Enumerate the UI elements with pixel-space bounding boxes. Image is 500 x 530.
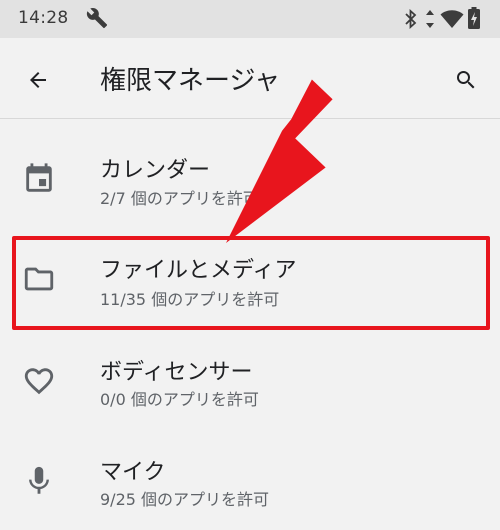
permission-item-microphone[interactable]: マイク 9/25 個のアプリを許可 xyxy=(0,434,500,530)
calendar-icon xyxy=(22,162,56,196)
permission-item-calendar[interactable]: カレンダー 2/7 個のアプリを許可 xyxy=(0,132,500,228)
battery-charging-icon xyxy=(468,7,480,33)
permission-summary: 0/0 個のアプリを許可 xyxy=(100,390,259,409)
permission-summary: 9/25 個のアプリを許可 xyxy=(100,490,270,509)
data-arrows-icon xyxy=(425,9,435,33)
status-time: 14:28 xyxy=(18,8,69,28)
permission-summary: 2/7 個のアプリを許可 xyxy=(100,189,259,208)
page-title: 権限マネージャ xyxy=(100,66,281,96)
app-bar-divider xyxy=(0,118,500,119)
app-bar: 権限マネージャ xyxy=(0,38,500,118)
permission-title: ボディセンサー xyxy=(100,360,253,385)
permission-item-body-sensors[interactable]: ボディセンサー 0/0 個のアプリを許可 xyxy=(0,334,500,430)
arrow-back-icon xyxy=(26,68,50,96)
wifi-icon xyxy=(440,9,464,33)
microphone-icon xyxy=(22,464,56,498)
wrench-icon xyxy=(86,7,108,33)
search-icon xyxy=(454,68,478,96)
back-button[interactable] xyxy=(16,58,60,102)
bluetooth-icon xyxy=(404,8,418,33)
search-button[interactable] xyxy=(444,58,488,102)
permission-title: マイク xyxy=(100,460,166,485)
status-bar: 14:28 xyxy=(0,0,500,38)
heart-icon xyxy=(22,364,56,398)
annotation-highlight-box xyxy=(12,236,490,330)
permission-title: カレンダー xyxy=(100,158,211,183)
